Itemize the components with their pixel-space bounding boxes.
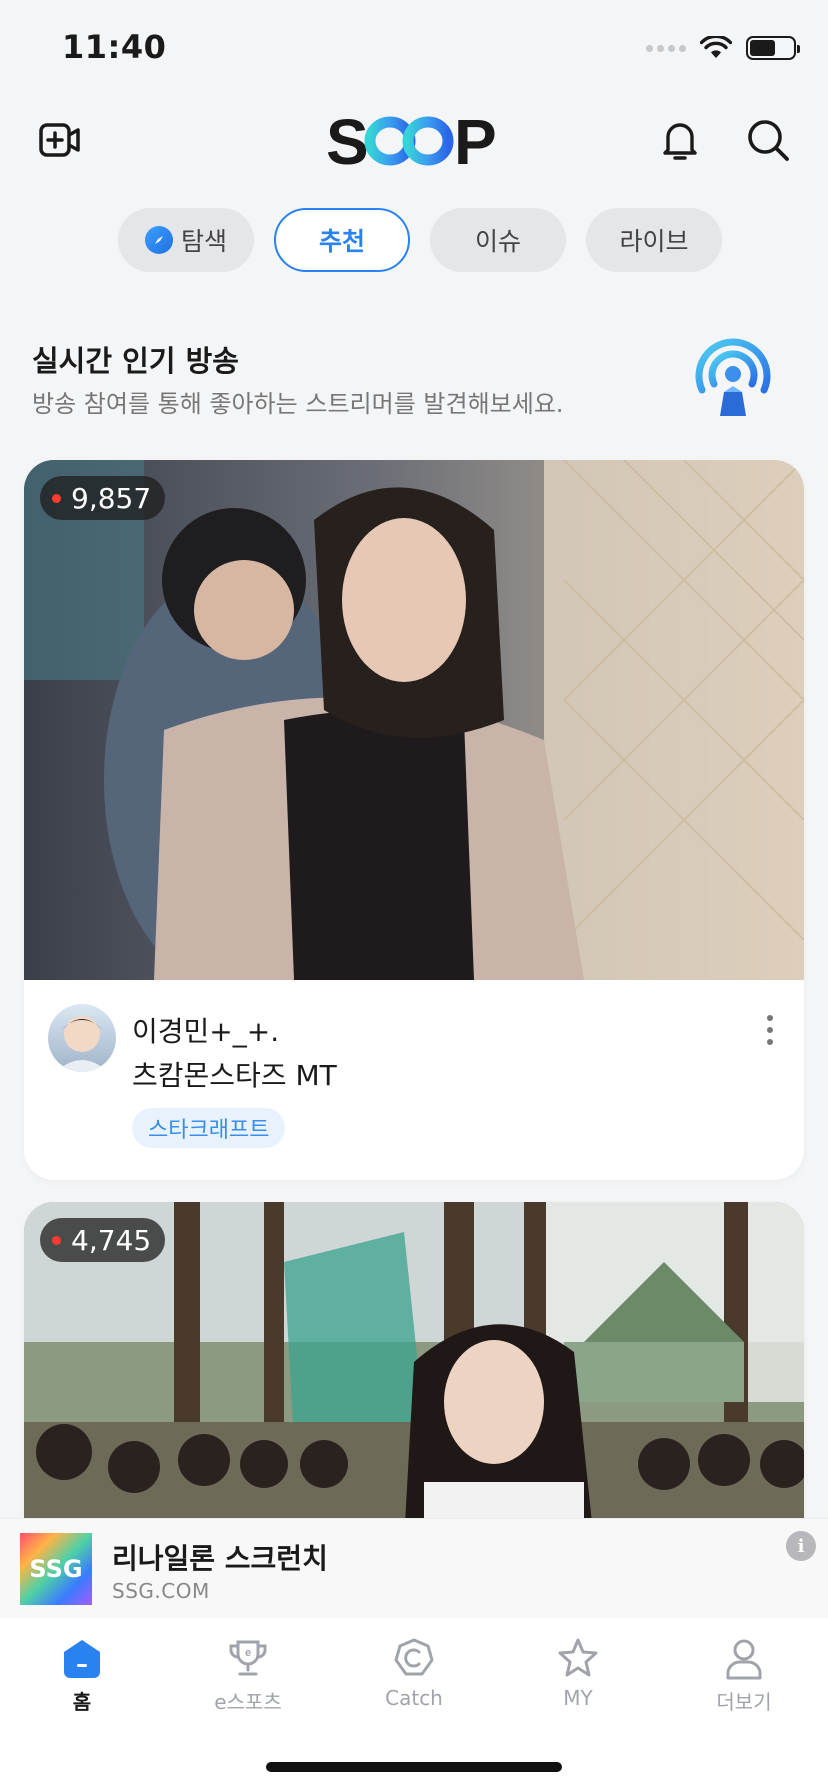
- tab-issues[interactable]: 이슈: [430, 208, 566, 272]
- stream-title[interactable]: 츠캄몬스타즈 MT: [132, 1054, 337, 1094]
- viewer-count-badge: 4,745: [40, 1218, 166, 1262]
- battery-icon: [746, 36, 800, 60]
- more-options-button[interactable]: [760, 1010, 780, 1050]
- svg-text:e: e: [245, 1647, 251, 1659]
- viewer-count-badge: 9,857: [40, 476, 166, 520]
- ad-domain: SSG.COM: [112, 1579, 210, 1603]
- nav-label: 더보기: [716, 1690, 772, 1714]
- cellular-signal-icon: [646, 44, 686, 52]
- tab-live[interactable]: 라이브: [586, 208, 722, 272]
- live-dot: [52, 1235, 61, 1245]
- section-title: 실시간 인기 방송: [32, 344, 239, 378]
- tab-label: 라이브: [619, 227, 689, 256]
- category-tag[interactable]: 스타크래프트: [132, 1108, 286, 1148]
- nav-home[interactable]: 홈: [22, 1636, 142, 1715]
- soop-logo: S P: [326, 108, 497, 172]
- stream-thumbnail[interactable]: 4,745: [24, 1202, 804, 1542]
- video-plus-icon: [39, 123, 80, 157]
- tab-label: 탐색: [180, 227, 227, 256]
- nav-label: e스포츠: [214, 1690, 282, 1714]
- status-icons: [646, 36, 800, 60]
- compass-icon: [144, 226, 173, 254]
- nav-label: 홈: [72, 1690, 92, 1714]
- search-icon: [748, 120, 789, 161]
- catch-icon: [394, 1638, 434, 1676]
- live-dot: [52, 493, 61, 503]
- person-icon: [726, 1639, 762, 1680]
- app-header: S P: [0, 100, 828, 180]
- stream-info: 이경민+_+. 츠캄몬스타즈 MT 스타크래프트: [24, 980, 804, 1180]
- ad-logo: SSG: [20, 1533, 92, 1605]
- tab-recommended[interactable]: 추천: [274, 208, 410, 272]
- tab-explore[interactable]: 탐색: [118, 208, 254, 272]
- section-subtitle: 방송 참여를 통해 좋아하는 스트리머를 발견해보세요.: [32, 390, 564, 418]
- svg-text:S: S: [326, 108, 369, 172]
- viewer-count: 4,745: [71, 1223, 152, 1257]
- streamer-name[interactable]: 이경민+_+.: [132, 1010, 279, 1050]
- nav-more[interactable]: 더보기: [684, 1636, 804, 1715]
- stream-card[interactable]: 9,857 이경민+_+. 츠캄몬스타즈 MT 스타크래프트: [24, 460, 804, 1180]
- stream-thumbnail-image: [24, 460, 804, 980]
- stream-thumbnail[interactable]: 9,857: [24, 460, 804, 980]
- stream-card[interactable]: 4,745: [24, 1202, 804, 1542]
- streamer-avatar[interactable]: [48, 1004, 116, 1072]
- live-broadcast-icon: [695, 338, 771, 416]
- notifications-button[interactable]: [656, 116, 704, 164]
- tab-label: 이슈: [474, 227, 521, 256]
- tab-label: 추천: [318, 227, 365, 256]
- nav-catch[interactable]: Catch: [354, 1636, 474, 1710]
- category-tabs: 탐색 추천 이슈 라이브: [118, 208, 722, 272]
- nav-label: MY: [563, 1686, 593, 1710]
- trophy-icon: e: [229, 1640, 267, 1676]
- status-bar: 11:40: [0, 0, 828, 100]
- status-time: 11:40: [62, 28, 167, 66]
- search-button[interactable]: [744, 116, 792, 164]
- star-icon: [558, 1638, 598, 1677]
- nav-label: Catch: [385, 1686, 443, 1710]
- nav-my[interactable]: MY: [518, 1636, 638, 1710]
- home-icon: [64, 1640, 100, 1678]
- ad-title[interactable]: 리나일론 스크런치: [112, 1537, 328, 1577]
- home-indicator: [266, 1762, 562, 1772]
- ad-banner[interactable]: SSG 리나일론 스크런치 SSG.COM i: [0, 1518, 828, 1618]
- viewer-count: 9,857: [71, 481, 152, 515]
- nav-esports[interactable]: e e스포츠: [188, 1636, 308, 1715]
- wifi-icon: [700, 36, 732, 58]
- svg-text:P: P: [454, 108, 497, 172]
- bell-icon: [663, 123, 697, 160]
- create-stream-button[interactable]: [36, 116, 84, 164]
- ad-info-icon[interactable]: i: [786, 1531, 816, 1561]
